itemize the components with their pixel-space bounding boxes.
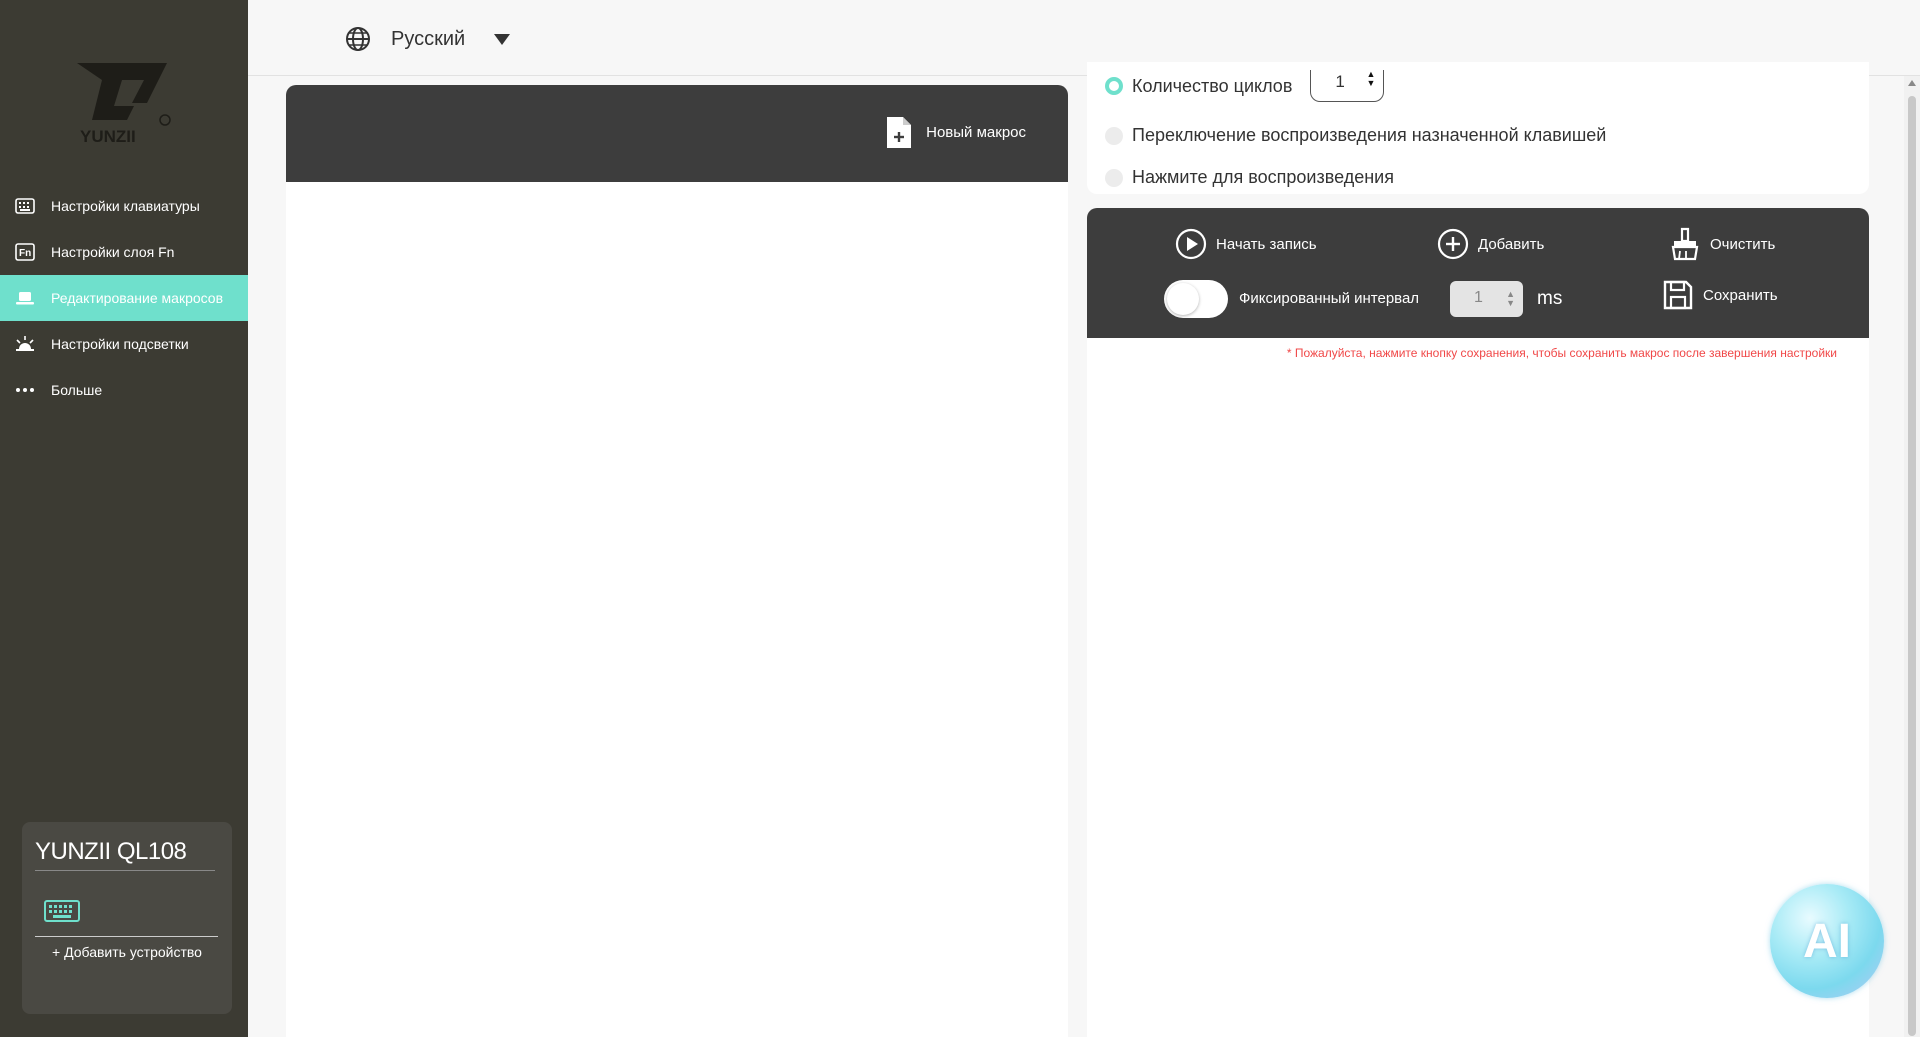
press-play-label: Нажмите для воспроизведения	[1132, 167, 1394, 187]
save-hint: * Пожалуйста, нажмите кнопку сохранения,…	[1286, 346, 1837, 360]
scrollbar[interactable]	[1904, 76, 1920, 1037]
device-keyboard-icon[interactable]	[44, 900, 80, 927]
sidebar-item-label: Настройки клавиатуры	[51, 198, 200, 214]
chevron-down-icon[interactable]	[494, 32, 510, 50]
more-icon	[14, 379, 36, 401]
toggle-key-option[interactable]: Переключение воспроизведения назначенной…	[1105, 125, 1606, 146]
stepper-arrows-icon[interactable]: ▲ ▼	[1366, 70, 1375, 88]
save-icon	[1663, 280, 1693, 310]
brush-icon	[1671, 227, 1699, 261]
interval-unit: ms	[1537, 288, 1563, 309]
device-card: YUNZII QL108 + Добавить устройство	[22, 822, 232, 1014]
ai-label: AI	[1803, 915, 1851, 968]
start-record-button[interactable]: Начать запись	[1175, 228, 1317, 260]
keyboard-icon	[14, 195, 36, 217]
sidebar-item-macro-editing[interactable]: Редактирование макросов	[0, 275, 248, 321]
radio-press-play[interactable]	[1105, 168, 1123, 187]
sidebar-nav: Настройки клавиатуры Fn Настройки слоя F…	[0, 183, 248, 413]
scroll-thumb[interactable]	[1908, 96, 1916, 1036]
macro-controls: Начать запись Добавить Очистить Фиксиров…	[1087, 208, 1869, 338]
fn-icon: Fn	[14, 241, 36, 263]
stepper-arrows-icon[interactable]: ▲ ▼	[1506, 290, 1515, 308]
play-circle-icon	[1175, 228, 1207, 260]
divider	[35, 936, 218, 937]
ai-assistant-button[interactable]: AI	[1770, 884, 1884, 998]
scroll-up-icon	[1908, 80, 1916, 86]
interval-stepper[interactable]: 1 ▲ ▼	[1450, 281, 1523, 317]
language-select[interactable]: Русский	[391, 28, 465, 51]
cycles-label: Количество циклов	[1132, 75, 1293, 96]
macro-list-panel: Новый макрос	[286, 85, 1068, 1037]
sidebar-item-keyboard-settings[interactable]: Настройки клавиатуры	[0, 183, 248, 229]
sidebar-item-lighting[interactable]: Настройки подсветки	[0, 321, 248, 367]
fixed-interval-toggle[interactable]	[1164, 280, 1228, 318]
sidebar-item-label: Редактирование макросов	[51, 290, 224, 306]
toggle-key-label: Переключение воспроизведения назначенной…	[1132, 125, 1607, 145]
yunzii-logo: YUNZII	[72, 58, 172, 148]
sidebar: YUNZII Настройки клавиатуры Fn Настройки…	[0, 0, 248, 1037]
sidebar-item-label: Больше	[51, 382, 103, 398]
new-macro-button[interactable]: Новый макрос	[886, 116, 1026, 149]
macro-actions-panel: * Пожалуйста, нажмите кнопку сохранения,…	[1087, 338, 1869, 1037]
macro-icon	[14, 287, 36, 309]
sidebar-item-label: Настройки слоя Fn	[51, 244, 175, 260]
playback-options: Количество циклов 1 ▲ ▼ Переключение восп…	[1087, 62, 1869, 194]
divider	[35, 870, 215, 871]
macro-list-header: Новый макрос	[286, 85, 1068, 182]
globe-icon	[345, 26, 371, 57]
sidebar-item-fn-layer[interactable]: Fn Настройки слоя Fn	[0, 229, 248, 275]
new-file-icon	[887, 117, 912, 148]
cycles-stepper[interactable]: 1 ▲ ▼	[1310, 70, 1385, 102]
sidebar-item-label: Настройки подсветки	[51, 336, 189, 352]
plus-circle-icon	[1437, 228, 1469, 260]
clear-button[interactable]: Очистить	[1667, 227, 1775, 261]
cycles-option[interactable]: Количество циклов 1 ▲ ▼	[1105, 70, 1385, 102]
svg-text:Fn: Fn	[19, 248, 31, 259]
interval-value: 1	[1474, 289, 1483, 306]
radio-toggle-key[interactable]	[1105, 126, 1123, 145]
save-button[interactable]: Сохранить	[1662, 279, 1778, 311]
device-name: YUNZII QL108	[35, 838, 187, 865]
cycles-value: 1	[1335, 72, 1345, 91]
add-device-button[interactable]: + Добавить устройство	[22, 944, 232, 960]
add-button[interactable]: Добавить	[1437, 228, 1544, 260]
logo-text: YUNZII	[80, 127, 136, 146]
press-play-option[interactable]: Нажмите для воспроизведения	[1105, 167, 1394, 188]
toggle-knob	[1167, 283, 1199, 315]
light-icon	[14, 333, 36, 355]
fixed-interval-label: Фиксированный интервал	[1239, 290, 1420, 307]
radio-cycles[interactable]	[1105, 77, 1123, 95]
sidebar-item-more[interactable]: Больше	[0, 367, 248, 413]
new-macro-label: Новый макрос	[926, 124, 1026, 141]
